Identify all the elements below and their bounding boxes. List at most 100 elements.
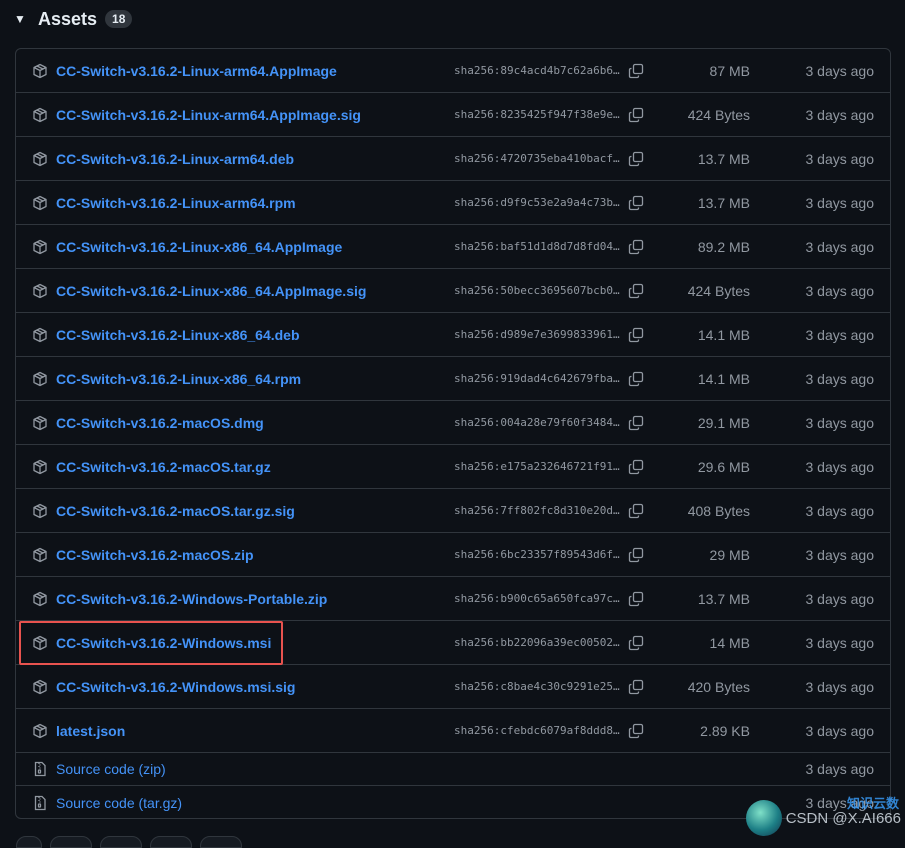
source-row: Source code (zip) 3 days ago: [16, 753, 890, 786]
asset-size: 14.1 MB: [697, 370, 750, 387]
asset-size: 14 MB: [709, 634, 750, 651]
asset-size: 13.7 MB: [697, 150, 750, 167]
package-icon: [32, 635, 48, 651]
source-link[interactable]: Source code (zip): [56, 761, 166, 777]
assets-list: CC-Switch-v3.16.2-Linux-arm64.AppImage sh…: [15, 48, 891, 819]
copy-icon[interactable]: [628, 239, 644, 255]
asset-link[interactable]: CC-Switch-v3.16.2-Linux-arm64.rpm: [56, 195, 296, 211]
asset-date: 3 days ago: [805, 502, 875, 519]
reaction-pill[interactable]: [200, 836, 242, 848]
asset-link[interactable]: CC-Switch-v3.16.2-Linux-arm64.AppImage.s…: [56, 107, 361, 123]
source-format: (zip): [138, 761, 166, 777]
file-zip-icon: [32, 795, 48, 811]
asset-link[interactable]: CC-Switch-v3.16.2-macOS.tar.gz.sig: [56, 503, 295, 519]
asset-row: CC-Switch-v3.16.2-macOS.tar.gz sha256:e17…: [16, 445, 890, 489]
reaction-bar: [16, 836, 242, 848]
copy-icon[interactable]: [628, 371, 644, 387]
copy-icon[interactable]: [628, 415, 644, 431]
asset-date: 3 days ago: [805, 282, 875, 299]
asset-row: CC-Switch-v3.16.2-Windows.msi sha256:bb22…: [16, 621, 890, 665]
asset-link[interactable]: CC-Switch-v3.16.2-Linux-x86_64.deb: [56, 327, 300, 343]
asset-link[interactable]: CC-Switch-v3.16.2-Linux-x86_64.rpm: [56, 371, 301, 387]
asset-link[interactable]: CC-Switch-v3.16.2-Windows-Portable.zip: [56, 591, 327, 607]
asset-link[interactable]: CC-Switch-v3.16.2-macOS.tar.gz: [56, 459, 271, 475]
asset-size: 89.2 MB: [697, 238, 750, 255]
asset-row: CC-Switch-v3.16.2-Linux-arm64.deb sha256:…: [16, 137, 890, 181]
reaction-pill[interactable]: [100, 836, 142, 848]
source-link[interactable]: Source code (tar.gz): [56, 795, 182, 811]
asset-date: 3 days ago: [805, 62, 875, 79]
reaction-pill[interactable]: [150, 836, 192, 848]
asset-sha256: sha256:d989e7e3699833961…: [454, 328, 620, 341]
asset-sha256: sha256:89c4acd4b7c62a6b6…: [454, 64, 620, 77]
asset-date: 3 days ago: [805, 722, 875, 739]
copy-icon[interactable]: [628, 591, 644, 607]
reaction-pill[interactable]: [50, 836, 92, 848]
package-icon: [32, 283, 48, 299]
asset-row: CC-Switch-v3.16.2-Linux-arm64.rpm sha256:…: [16, 181, 890, 225]
asset-link[interactable]: CC-Switch-v3.16.2-Windows.msi: [56, 635, 271, 651]
copy-icon[interactable]: [628, 723, 644, 739]
asset-size: 424 Bytes: [687, 282, 750, 299]
asset-row: CC-Switch-v3.16.2-Windows.msi.sig sha256:…: [16, 665, 890, 709]
copy-icon[interactable]: [628, 635, 644, 651]
asset-link[interactable]: CC-Switch-v3.16.2-macOS.zip: [56, 547, 254, 563]
package-icon: [32, 195, 48, 211]
package-icon: [32, 679, 48, 695]
copy-icon[interactable]: [628, 283, 644, 299]
asset-sha256: sha256:d9f9c53e2a9a4c73b…: [454, 196, 620, 209]
asset-row: CC-Switch-v3.16.2-Linux-arm64.AppImage.s…: [16, 93, 890, 137]
asset-row: CC-Switch-v3.16.2-Linux-x86_64.deb sha256…: [16, 313, 890, 357]
asset-size: 13.7 MB: [697, 194, 750, 211]
asset-sha256: sha256:b900c65a650fca97c…: [454, 592, 620, 605]
asset-link[interactable]: CC-Switch-v3.16.2-Linux-x86_64.AppImage.…: [56, 283, 366, 299]
asset-row: CC-Switch-v3.16.2-Linux-x86_64.AppImage.…: [16, 269, 890, 313]
copy-icon[interactable]: [628, 327, 644, 343]
copy-icon[interactable]: [628, 503, 644, 519]
reaction-pill[interactable]: [16, 836, 42, 848]
copy-icon[interactable]: [628, 679, 644, 695]
file-zip-icon: [32, 761, 48, 777]
copy-icon[interactable]: [628, 459, 644, 475]
copy-icon[interactable]: [628, 547, 644, 563]
asset-link[interactable]: latest.json: [56, 723, 125, 739]
asset-link[interactable]: CC-Switch-v3.16.2-Linux-arm64.AppImage: [56, 63, 337, 79]
copy-icon[interactable]: [628, 63, 644, 79]
package-icon: [32, 63, 48, 79]
asset-size: 29 MB: [709, 546, 750, 563]
asset-date: 3 days ago: [805, 678, 875, 695]
asset-date: 3 days ago: [805, 546, 875, 563]
asset-size: 424 Bytes: [687, 106, 750, 123]
asset-size: 29.6 MB: [697, 458, 750, 475]
copy-icon[interactable]: [628, 107, 644, 123]
asset-row: CC-Switch-v3.16.2-Linux-x86_64.rpm sha256…: [16, 357, 890, 401]
assets-count-badge: 18: [105, 10, 133, 28]
copy-icon[interactable]: [628, 195, 644, 211]
asset-size: 2.89 KB: [700, 722, 750, 739]
asset-sha256: sha256:50becc3695607bcb0…: [454, 284, 620, 297]
asset-link[interactable]: CC-Switch-v3.16.2-macOS.dmg: [56, 415, 264, 431]
asset-link[interactable]: CC-Switch-v3.16.2-Linux-x86_64.AppImage: [56, 239, 342, 255]
asset-sha256: sha256:8235425f947f38e9e…: [454, 108, 620, 121]
package-icon: [32, 591, 48, 607]
triangle-down-icon[interactable]: ▼: [14, 12, 28, 26]
assets-title: Assets: [38, 8, 98, 29]
asset-sha256: sha256:e175a232646721f91…: [454, 460, 620, 473]
asset-sha256: sha256:4720735eba410bacf…: [454, 152, 620, 165]
asset-link[interactable]: CC-Switch-v3.16.2-Linux-arm64.deb: [56, 151, 294, 167]
package-icon: [32, 503, 48, 519]
assets-header[interactable]: ▼ Assets 18: [14, 6, 133, 32]
asset-size: 408 Bytes: [687, 502, 750, 519]
watermark-logo-icon: [745, 800, 782, 836]
package-icon: [32, 459, 48, 475]
watermark: CSDN @X.AI666: [745, 800, 901, 836]
copy-icon[interactable]: [628, 151, 644, 167]
source-date: 3 days ago: [805, 761, 875, 777]
source-label: Source code: [56, 794, 135, 811]
asset-date: 3 days ago: [805, 458, 875, 475]
asset-date: 3 days ago: [805, 106, 875, 123]
asset-link[interactable]: CC-Switch-v3.16.2-Windows.msi.sig: [56, 679, 295, 695]
asset-sha256: sha256:c8bae4c30c9291e25…: [454, 680, 620, 693]
asset-sha256: sha256:bb22096a39ec00502…: [454, 636, 620, 649]
asset-date: 3 days ago: [805, 238, 875, 255]
